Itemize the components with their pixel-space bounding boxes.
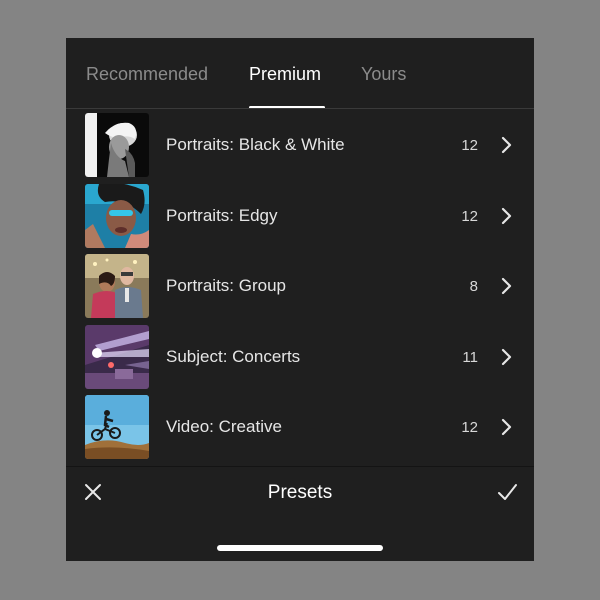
preset-count: 12	[461, 208, 478, 225]
preset-label: Portraits: Edgy	[166, 206, 278, 225]
tab-recommended[interactable]: Recommended	[86, 64, 208, 85]
preset-row-group[interactable]: Portraits: Group 8	[66, 254, 534, 324]
preset-tabs: Recommended Premium Yours	[66, 38, 534, 109]
chevron-right-icon	[498, 206, 514, 226]
chevron-right-icon	[498, 347, 514, 367]
preset-count: 8	[469, 278, 478, 295]
preset-thumbnail-group	[85, 254, 149, 318]
confirm-button[interactable]	[496, 481, 518, 503]
preset-thumbnail-black-white	[85, 113, 149, 177]
presets-panel: Recommended Premium Yours Portraits: Bla…	[66, 38, 534, 561]
preset-label: Subject: Concerts	[166, 347, 301, 366]
preset-label: Portraits: Black & White	[166, 135, 345, 154]
preset-row-concerts[interactable]: Subject: Concerts 11	[66, 325, 534, 395]
tab-premium[interactable]: Premium	[249, 64, 321, 85]
preset-row-black-white[interactable]: Portraits: Black & White 12	[66, 113, 534, 183]
preset-label: Portraits: Group	[166, 276, 286, 295]
preset-thumbnail-video-creative	[85, 395, 149, 459]
preset-thumbnail-edgy	[85, 184, 149, 248]
preset-thumbnail-concerts	[85, 325, 149, 389]
checkmark-icon	[498, 484, 517, 500]
bottom-bar: Presets	[66, 467, 534, 561]
preset-count: 12	[461, 137, 478, 154]
chevron-right-icon	[498, 417, 514, 437]
tab-yours[interactable]: Yours	[361, 64, 406, 85]
preset-list: Portraits: Black & White 12 Portraits: E…	[66, 109, 534, 466]
preset-label: Video: Creative	[166, 417, 282, 436]
chevron-right-icon	[498, 135, 514, 155]
chevron-right-icon	[498, 276, 514, 296]
preset-count: 11	[462, 349, 478, 366]
home-indicator[interactable]	[217, 545, 383, 551]
preset-row-video-creative[interactable]: Video: Creative 12	[66, 395, 534, 465]
preset-count: 12	[461, 419, 478, 436]
preset-row-edgy[interactable]: Portraits: Edgy 12	[66, 184, 534, 254]
panel-title: Presets	[267, 482, 333, 503]
